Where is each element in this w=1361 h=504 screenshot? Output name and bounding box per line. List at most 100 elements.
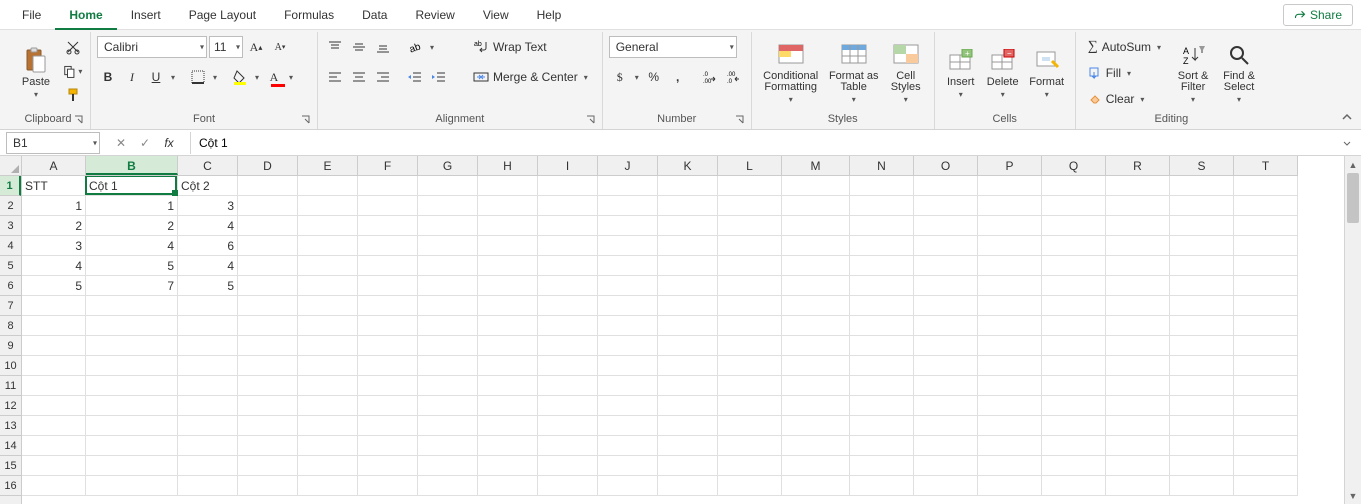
cell-G2[interactable] bbox=[418, 196, 478, 216]
cell-J9[interactable] bbox=[598, 336, 658, 356]
cell-D1[interactable] bbox=[238, 176, 298, 196]
cell-P14[interactable] bbox=[978, 436, 1042, 456]
clipboard-launcher[interactable] bbox=[74, 115, 84, 125]
cell-O7[interactable] bbox=[914, 296, 978, 316]
vertical-scrollbar[interactable]: ▲ ▼ bbox=[1344, 156, 1361, 504]
cell-I2[interactable] bbox=[538, 196, 598, 216]
cell-T16[interactable] bbox=[1234, 476, 1298, 496]
cell-K1[interactable] bbox=[658, 176, 718, 196]
cell-N14[interactable] bbox=[850, 436, 914, 456]
borders-dropdown[interactable] bbox=[211, 73, 219, 82]
cell-F2[interactable] bbox=[358, 196, 418, 216]
cell-P13[interactable] bbox=[978, 416, 1042, 436]
column-header-D[interactable]: D bbox=[238, 156, 298, 175]
cell-P2[interactable] bbox=[978, 196, 1042, 216]
cell-C4[interactable]: 6 bbox=[178, 236, 238, 256]
cell-M3[interactable] bbox=[782, 216, 850, 236]
cell-B15[interactable] bbox=[86, 456, 178, 476]
cell-C12[interactable] bbox=[178, 396, 238, 416]
cell-S12[interactable] bbox=[1170, 396, 1234, 416]
cell-H2[interactable] bbox=[478, 196, 538, 216]
cell-J13[interactable] bbox=[598, 416, 658, 436]
cell-B11[interactable] bbox=[86, 376, 178, 396]
cell-K16[interactable] bbox=[658, 476, 718, 496]
row-header-5[interactable]: 5 bbox=[0, 256, 21, 276]
expand-formula-bar-button[interactable] bbox=[1339, 135, 1355, 151]
cell-P15[interactable] bbox=[978, 456, 1042, 476]
scroll-thumb[interactable] bbox=[1347, 173, 1359, 223]
delete-cells-button[interactable]: − Delete bbox=[983, 36, 1023, 108]
cell-J8[interactable] bbox=[598, 316, 658, 336]
cell-H8[interactable] bbox=[478, 316, 538, 336]
cell-M4[interactable] bbox=[782, 236, 850, 256]
column-header-N[interactable]: N bbox=[850, 156, 914, 175]
column-header-Q[interactable]: Q bbox=[1042, 156, 1106, 175]
cell-C2[interactable]: 3 bbox=[178, 196, 238, 216]
cell-T11[interactable] bbox=[1234, 376, 1298, 396]
increase-decimal-button[interactable]: .0.00 bbox=[699, 66, 721, 88]
cell-C9[interactable] bbox=[178, 336, 238, 356]
cell-A15[interactable] bbox=[22, 456, 86, 476]
wrap-text-button[interactable]: ab Wrap Text bbox=[467, 36, 596, 58]
cell-J10[interactable] bbox=[598, 356, 658, 376]
cell-T3[interactable] bbox=[1234, 216, 1298, 236]
cell-C7[interactable] bbox=[178, 296, 238, 316]
scroll-track[interactable] bbox=[1345, 173, 1361, 487]
row-header-10[interactable]: 10 bbox=[0, 356, 21, 376]
cell-Q3[interactable] bbox=[1042, 216, 1106, 236]
cell-O14[interactable] bbox=[914, 436, 978, 456]
cell-P8[interactable] bbox=[978, 316, 1042, 336]
cell-D12[interactable] bbox=[238, 396, 298, 416]
cut-button[interactable] bbox=[62, 36, 84, 58]
cell-E16[interactable] bbox=[298, 476, 358, 496]
cell-G1[interactable] bbox=[418, 176, 478, 196]
cell-H7[interactable] bbox=[478, 296, 538, 316]
cell-S13[interactable] bbox=[1170, 416, 1234, 436]
cell-M13[interactable] bbox=[782, 416, 850, 436]
cell-H16[interactable] bbox=[478, 476, 538, 496]
cell-P1[interactable] bbox=[978, 176, 1042, 196]
conditional-formatting-button[interactable]: Conditional Formatting bbox=[758, 36, 824, 108]
cell-G6[interactable] bbox=[418, 276, 478, 296]
cell-D2[interactable] bbox=[238, 196, 298, 216]
cell-L2[interactable] bbox=[718, 196, 782, 216]
cell-R6[interactable] bbox=[1106, 276, 1170, 296]
font-color-button[interactable]: A bbox=[263, 66, 285, 88]
cell-I13[interactable] bbox=[538, 416, 598, 436]
cell-F15[interactable] bbox=[358, 456, 418, 476]
cell-E15[interactable] bbox=[298, 456, 358, 476]
cell-M14[interactable] bbox=[782, 436, 850, 456]
increase-indent-button[interactable] bbox=[428, 66, 450, 88]
cell-H5[interactable] bbox=[478, 256, 538, 276]
cell-N9[interactable] bbox=[850, 336, 914, 356]
cell-J2[interactable] bbox=[598, 196, 658, 216]
cell-E12[interactable] bbox=[298, 396, 358, 416]
column-header-L[interactable]: L bbox=[718, 156, 782, 175]
cell-M7[interactable] bbox=[782, 296, 850, 316]
cell-D14[interactable] bbox=[238, 436, 298, 456]
cell-K9[interactable] bbox=[658, 336, 718, 356]
row-header-4[interactable]: 4 bbox=[0, 236, 21, 256]
cell-G16[interactable] bbox=[418, 476, 478, 496]
column-header-A[interactable]: A bbox=[22, 156, 86, 175]
cell-S1[interactable] bbox=[1170, 176, 1234, 196]
fill-color-dropdown[interactable] bbox=[253, 73, 261, 82]
cell-H11[interactable] bbox=[478, 376, 538, 396]
autosum-button[interactable]: ∑AutoSum bbox=[1082, 36, 1169, 58]
cell-H14[interactable] bbox=[478, 436, 538, 456]
cell-L3[interactable] bbox=[718, 216, 782, 236]
cell-I5[interactable] bbox=[538, 256, 598, 276]
cell-G13[interactable] bbox=[418, 416, 478, 436]
cell-R13[interactable] bbox=[1106, 416, 1170, 436]
cancel-formula-button[interactable]: ✕ bbox=[112, 134, 130, 152]
cell-D3[interactable] bbox=[238, 216, 298, 236]
cell-R11[interactable] bbox=[1106, 376, 1170, 396]
cell-D10[interactable] bbox=[238, 356, 298, 376]
cell-F6[interactable] bbox=[358, 276, 418, 296]
copy-button[interactable] bbox=[62, 60, 84, 82]
cell-Q4[interactable] bbox=[1042, 236, 1106, 256]
cell-L6[interactable] bbox=[718, 276, 782, 296]
align-right-button[interactable] bbox=[372, 66, 394, 88]
cell-E14[interactable] bbox=[298, 436, 358, 456]
cell-Q10[interactable] bbox=[1042, 356, 1106, 376]
